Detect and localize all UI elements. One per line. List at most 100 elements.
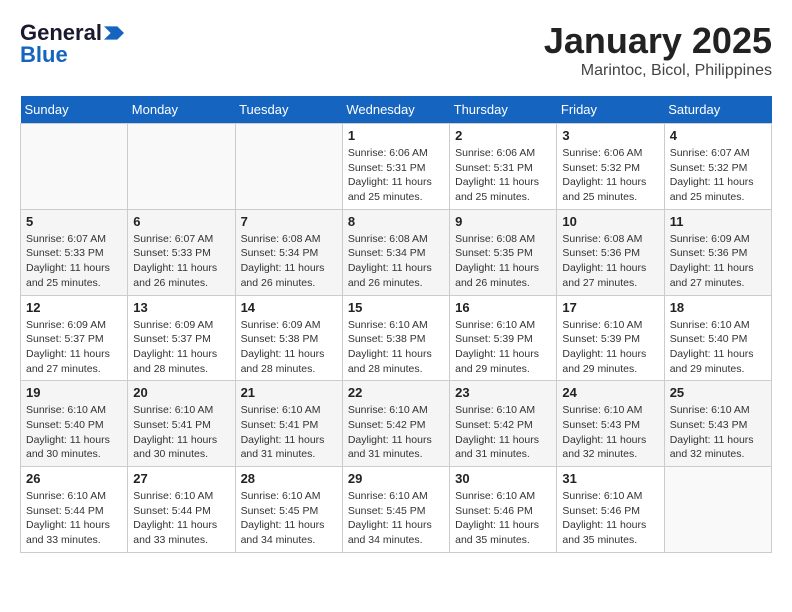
day-number: 18: [670, 300, 766, 315]
calendar-cell: 13Sunrise: 6:09 AM Sunset: 5:37 PM Dayli…: [128, 295, 235, 381]
day-number: 9: [455, 214, 551, 229]
day-number: 4: [670, 128, 766, 143]
calendar-cell: 25Sunrise: 6:10 AM Sunset: 5:43 PM Dayli…: [664, 381, 771, 467]
calendar-cell: 16 Sunrise: 6:10 AM Sunset: 5:39 PM Dayli…: [450, 295, 557, 381]
day-number: 22: [348, 385, 444, 400]
calendar-cell: [128, 124, 235, 210]
calendar-week-row: 12 Sunrise: 6:09 AM Sunset: 5:37 PM Dayli…: [21, 295, 772, 381]
cell-info: Sunrise: 6:08 AM Sunset: 5:34 PM Dayligh…: [348, 232, 444, 291]
cell-info: Sunrise: 6:10 AM Sunset: 5:39 PM Dayligh…: [455, 318, 551, 377]
cell-info: Sunrise: 6:06 AM Sunset: 5:32 PM Dayligh…: [562, 146, 658, 205]
calendar-table: SundayMondayTuesdayWednesdayThursdayFrid…: [20, 96, 772, 553]
day-number: 31: [562, 471, 658, 486]
day-number: 28: [241, 471, 337, 486]
cell-info: Sunrise: 6:08 AM Sunset: 5:35 PM Dayligh…: [455, 232, 551, 291]
day-number: 2: [455, 128, 551, 143]
day-number: 15: [348, 300, 444, 315]
weekday-header: Sunday: [21, 96, 128, 124]
weekday-header: Thursday: [450, 96, 557, 124]
cell-info: Sunrise: 6:09 AM Sunset: 5:36 PM Dayligh…: [670, 232, 766, 291]
calendar-cell: [21, 124, 128, 210]
location: Marintoc, Bicol, Philippines: [544, 62, 772, 80]
calendar-cell: 9 Sunrise: 6:08 AM Sunset: 5:35 PM Daylig…: [450, 209, 557, 295]
calendar-cell: 17Sunrise: 6:10 AM Sunset: 5:39 PM Dayli…: [557, 295, 664, 381]
day-number: 12: [26, 300, 122, 315]
day-number: 23: [455, 385, 551, 400]
calendar-cell: 22Sunrise: 6:10 AM Sunset: 5:42 PM Dayli…: [342, 381, 449, 467]
day-number: 3: [562, 128, 658, 143]
day-number: 21: [241, 385, 337, 400]
weekday-header: Wednesday: [342, 96, 449, 124]
cell-info: Sunrise: 6:10 AM Sunset: 5:40 PM Dayligh…: [26, 403, 122, 462]
cell-info: Sunrise: 6:10 AM Sunset: 5:40 PM Dayligh…: [670, 318, 766, 377]
calendar-cell: 18 Sunrise: 6:10 AM Sunset: 5:40 PM Dayli…: [664, 295, 771, 381]
day-number: 14: [241, 300, 337, 315]
calendar-cell: 29 Sunrise: 6:10 AM Sunset: 5:45 PM Dayli…: [342, 467, 449, 553]
day-number: 5: [26, 214, 122, 229]
weekday-header: Monday: [128, 96, 235, 124]
cell-info: Sunrise: 6:09 AM Sunset: 5:37 PM Dayligh…: [26, 318, 122, 377]
cell-info: Sunrise: 6:10 AM Sunset: 5:45 PM Dayligh…: [241, 489, 337, 548]
page-header: General Blue January 2025 Marintoc, Bico…: [20, 20, 772, 80]
calendar-cell: 26 Sunrise: 6:10 AM Sunset: 5:44 PM Dayli…: [21, 467, 128, 553]
calendar-week-row: 19 Sunrise: 6:10 AM Sunset: 5:40 PM Dayli…: [21, 381, 772, 467]
day-number: 20: [133, 385, 229, 400]
cell-info: Sunrise: 6:09 AM Sunset: 5:38 PM Dayligh…: [241, 318, 337, 377]
weekday-header: Friday: [557, 96, 664, 124]
day-number: 24: [562, 385, 658, 400]
cell-info: Sunrise: 6:08 AM Sunset: 5:34 PM Dayligh…: [241, 232, 337, 291]
day-number: 11: [670, 214, 766, 229]
day-number: 6: [133, 214, 229, 229]
calendar-cell: 1 Sunrise: 6:06 AM Sunset: 5:31 PM Daylig…: [342, 124, 449, 210]
calendar-cell: 20 Sunrise: 6:10 AM Sunset: 5:41 PM Dayli…: [128, 381, 235, 467]
calendar-cell: 27Sunrise: 6:10 AM Sunset: 5:44 PM Dayli…: [128, 467, 235, 553]
cell-info: Sunrise: 6:09 AM Sunset: 5:37 PM Dayligh…: [133, 318, 229, 377]
cell-info: Sunrise: 6:10 AM Sunset: 5:38 PM Dayligh…: [348, 318, 444, 377]
logo-icon: [104, 26, 124, 40]
month-title: January 2025: [544, 20, 772, 62]
title-section: January 2025 Marintoc, Bicol, Philippine…: [544, 20, 772, 80]
calendar-cell: 2 Sunrise: 6:06 AM Sunset: 5:31 PM Daylig…: [450, 124, 557, 210]
calendar-cell: 7Sunrise: 6:08 AM Sunset: 5:34 PM Daylig…: [235, 209, 342, 295]
day-number: 29: [348, 471, 444, 486]
calendar-cell: 11 Sunrise: 6:09 AM Sunset: 5:36 PM Dayli…: [664, 209, 771, 295]
cell-info: Sunrise: 6:10 AM Sunset: 5:42 PM Dayligh…: [455, 403, 551, 462]
calendar-cell: 23 Sunrise: 6:10 AM Sunset: 5:42 PM Dayli…: [450, 381, 557, 467]
cell-info: Sunrise: 6:10 AM Sunset: 5:41 PM Dayligh…: [133, 403, 229, 462]
calendar-cell: 30Sunrise: 6:10 AM Sunset: 5:46 PM Dayli…: [450, 467, 557, 553]
cell-info: Sunrise: 6:10 AM Sunset: 5:44 PM Dayligh…: [26, 489, 122, 548]
calendar-cell: 6 Sunrise: 6:07 AM Sunset: 5:33 PM Daylig…: [128, 209, 235, 295]
cell-info: Sunrise: 6:06 AM Sunset: 5:31 PM Dayligh…: [455, 146, 551, 205]
calendar-cell: [235, 124, 342, 210]
day-number: 16: [455, 300, 551, 315]
day-number: 8: [348, 214, 444, 229]
cell-info: Sunrise: 6:10 AM Sunset: 5:44 PM Dayligh…: [133, 489, 229, 548]
calendar-week-row: 5 Sunrise: 6:07 AM Sunset: 5:33 PM Daylig…: [21, 209, 772, 295]
calendar-cell: 10Sunrise: 6:08 AM Sunset: 5:36 PM Dayli…: [557, 209, 664, 295]
day-number: 19: [26, 385, 122, 400]
calendar-cell: 3 Sunrise: 6:06 AM Sunset: 5:32 PM Daylig…: [557, 124, 664, 210]
calendar-cell: 28 Sunrise: 6:10 AM Sunset: 5:45 PM Dayli…: [235, 467, 342, 553]
calendar-cell: 15 Sunrise: 6:10 AM Sunset: 5:38 PM Dayli…: [342, 295, 449, 381]
calendar-cell: 21 Sunrise: 6:10 AM Sunset: 5:41 PM Dayli…: [235, 381, 342, 467]
cell-info: Sunrise: 6:10 AM Sunset: 5:46 PM Dayligh…: [562, 489, 658, 548]
cell-info: Sunrise: 6:10 AM Sunset: 5:39 PM Dayligh…: [562, 318, 658, 377]
calendar-cell: 4 Sunrise: 6:07 AM Sunset: 5:32 PM Daylig…: [664, 124, 771, 210]
day-number: 1: [348, 128, 444, 143]
calendar-cell: [664, 467, 771, 553]
weekday-header: Saturday: [664, 96, 771, 124]
calendar-cell: 5Sunrise: 6:07 AM Sunset: 5:33 PM Daylig…: [21, 209, 128, 295]
calendar-cell: 31 Sunrise: 6:10 AM Sunset: 5:46 PM Dayli…: [557, 467, 664, 553]
cell-info: Sunrise: 6:07 AM Sunset: 5:33 PM Dayligh…: [133, 232, 229, 291]
cell-info: Sunrise: 6:06 AM Sunset: 5:31 PM Dayligh…: [348, 146, 444, 205]
day-number: 26: [26, 471, 122, 486]
logo: General Blue: [20, 20, 124, 68]
calendar-cell: 8 Sunrise: 6:08 AM Sunset: 5:34 PM Daylig…: [342, 209, 449, 295]
cell-info: Sunrise: 6:08 AM Sunset: 5:36 PM Dayligh…: [562, 232, 658, 291]
cell-info: Sunrise: 6:10 AM Sunset: 5:43 PM Dayligh…: [670, 403, 766, 462]
day-number: 30: [455, 471, 551, 486]
cell-info: Sunrise: 6:10 AM Sunset: 5:45 PM Dayligh…: [348, 489, 444, 548]
cell-info: Sunrise: 6:07 AM Sunset: 5:32 PM Dayligh…: [670, 146, 766, 205]
cell-info: Sunrise: 6:10 AM Sunset: 5:41 PM Dayligh…: [241, 403, 337, 462]
calendar-week-row: 1 Sunrise: 6:06 AM Sunset: 5:31 PM Daylig…: [21, 124, 772, 210]
